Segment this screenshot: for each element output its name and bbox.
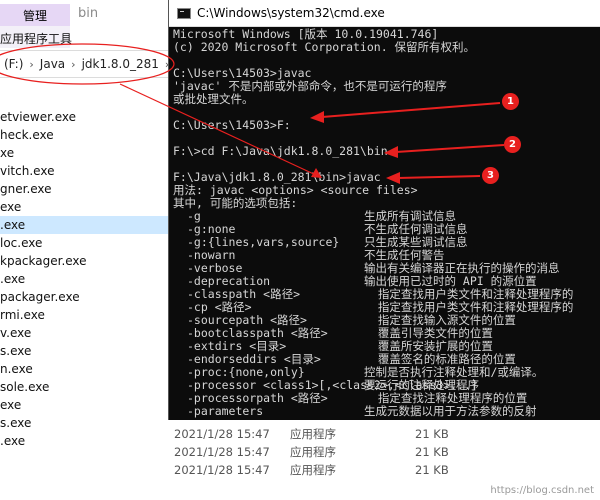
file-date: 2021/1/28 15:47	[174, 463, 270, 477]
chevron-right-icon: ›	[29, 57, 34, 71]
file-list-item[interactable]: heck.exe	[0, 126, 170, 144]
file-detail-row[interactable]: 2021/1/28 15:47 应用程序 21 KB	[170, 443, 450, 461]
file-list-item[interactable]: gner.exe	[0, 180, 170, 198]
file-list-item[interactable]: etviewer.exe	[0, 108, 170, 126]
file-list-item[interactable]: n.exe	[0, 360, 170, 378]
file-list-item[interactable]: exe	[0, 396, 170, 414]
file-list-item[interactable]: sole.exe	[0, 378, 170, 396]
file-list-item[interactable]: .exe	[0, 270, 170, 288]
file-list-item[interactable]: rmi.exe	[0, 306, 170, 324]
annotation-marker-3: 3	[482, 167, 499, 184]
window-title: bin	[78, 6, 99, 21]
file-date: 2021/1/28 15:47	[174, 445, 270, 459]
file-list-item[interactable]: .exe	[0, 216, 170, 234]
console-option-row: -parameters 生成元数据以用于方法参数的反射	[173, 405, 600, 418]
file-list-item[interactable]: kpackager.exe	[0, 252, 170, 270]
file-list-item[interactable]: v.exe	[0, 324, 170, 342]
file-detail-row[interactable]: 2021/1/28 15:47 应用程序 21 KB	[170, 425, 450, 443]
file-detail-row[interactable]: 2021/1/28 15:47 应用程序 21 KB	[170, 461, 450, 479]
file-list-item[interactable]: vitch.exe	[0, 162, 170, 180]
file-size: 21 KB	[415, 445, 449, 459]
file-list-item[interactable]: exe	[0, 198, 170, 216]
console-output[interactable]: Microsoft Windows [版本 10.0.19041.746] (c)…	[173, 28, 600, 418]
file-list-item[interactable]: packager.exe	[0, 288, 170, 306]
file-list-item[interactable]: s.exe	[0, 342, 170, 360]
watermark: https://blog.csdn.net	[490, 485, 594, 496]
file-type: 应用程序	[290, 427, 336, 441]
file-list-item[interactable]: s.exe	[0, 414, 170, 432]
ribbon-group-label-app-tools[interactable]: 应用程序工具	[0, 30, 72, 47]
file-type: 应用程序	[290, 463, 336, 477]
cmd-window[interactable]: C:\Windows\system32\cmd.exe Microsoft Wi…	[168, 0, 600, 420]
file-date: 2021/1/28 15:47	[174, 427, 270, 441]
option-description: 生成元数据以用于方法参数的反射	[364, 404, 537, 418]
breadcrumb-jdk[interactable]: jdk1.8.0_281	[78, 57, 163, 71]
cmd-title: C:\Windows\system32\cmd.exe	[197, 6, 385, 20]
console-icon	[177, 7, 191, 19]
console-line: (c) 2020 Microsoft Corporation. 保留所有权利。	[173, 40, 476, 54]
annotation-marker-2: 2	[504, 136, 521, 153]
cmd-titlebar[interactable]: C:\Windows\system32\cmd.exe	[169, 0, 600, 27]
file-size: 21 KB	[415, 427, 449, 441]
file-size: 21 KB	[415, 463, 449, 477]
breadcrumb-drive[interactable]: (F:)	[0, 57, 27, 71]
file-type: 应用程序	[290, 445, 336, 459]
file-list-item[interactable]: xe	[0, 144, 170, 162]
console-line: C:\Users\14503>F:	[173, 118, 291, 132]
ribbon-tab-manage[interactable]: 管理	[0, 4, 70, 26]
console-line: F:\>cd F:\Java\jdk1.8.0_281\bin	[173, 144, 388, 158]
option-name: -parameters	[187, 404, 264, 418]
file-list-item[interactable]: loc.exe	[0, 234, 170, 252]
breadcrumb-java[interactable]: Java	[36, 57, 69, 71]
address-bar[interactable]: (F:) › Java › jdk1.8.0_281 › bin	[0, 50, 200, 78]
console-line: 或批处理文件。	[173, 92, 254, 106]
chevron-right-icon: ›	[71, 57, 76, 71]
annotation-marker-1: 1	[502, 93, 519, 110]
file-list-item[interactable]: .exe	[0, 432, 170, 450]
